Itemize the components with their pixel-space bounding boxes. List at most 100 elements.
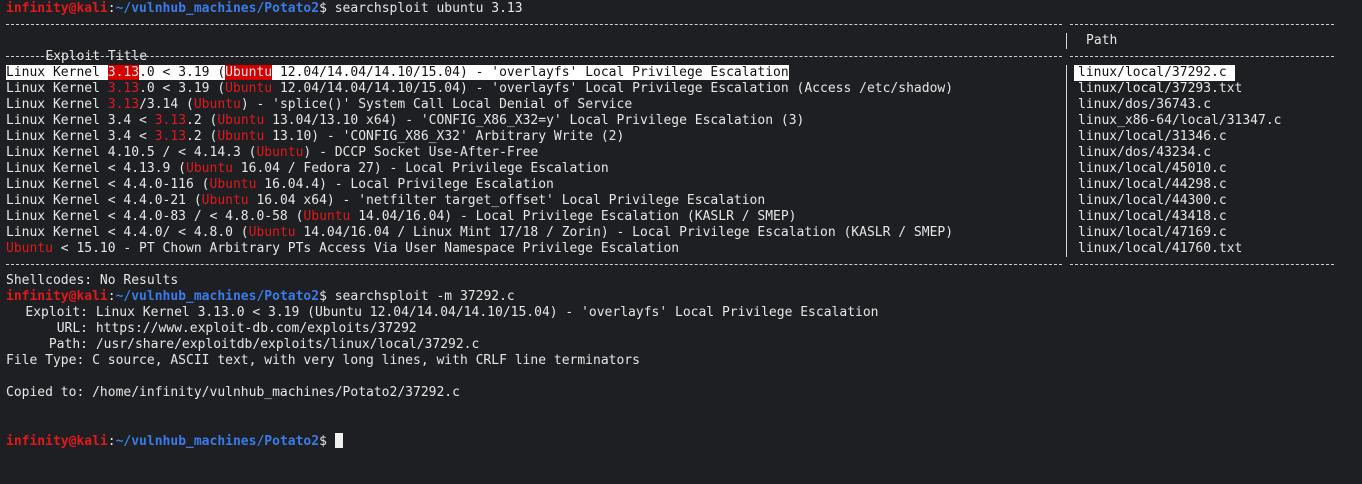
column-divider [1066, 129, 1067, 145]
title-text: 12.04/14.04/14.10/15.04) - 'overlayfs' L… [272, 65, 789, 80]
column-divider [1066, 113, 1067, 129]
column-divider [1066, 145, 1067, 161]
file-type-line: File Type: C source, ASCII text, with ve… [6, 353, 640, 368]
title-text: Linux Kernel 3.4 < [6, 129, 155, 144]
terminal-output[interactable]: infinity@kali:~/vulnhub_machines/Potato2… [0, 0, 1362, 449]
search-match: Ubuntu [217, 129, 265, 144]
exploit-path: linux/local/41760.txt [1078, 241, 1243, 256]
exploit-value: Linux Kernel 3.13.0 < 3.19 (Ubuntu 12.04… [95, 305, 879, 320]
prompt-colon: : [107, 289, 116, 304]
exploit-title: Linux Kernel 3.13/3.14 (Ubuntu) - 'splic… [6, 97, 632, 112]
exploit-title: Linux Kernel 3.13.0 < 3.19 (Ubuntu 12.04… [6, 81, 953, 96]
title-text: .2 ( [186, 113, 218, 128]
title-text: 12.04/14.04/14.10/15.04) - 'overlayfs' L… [272, 81, 954, 96]
prompt-dollar: $ [319, 289, 327, 304]
exploit-path: linux_x86-64/local/31347.c [1078, 113, 1282, 128]
column-divider [1066, 81, 1067, 97]
title-text: /3.14 ( [139, 97, 194, 112]
search-match: Ubuntu [217, 113, 265, 128]
column-divider [1066, 97, 1067, 113]
path-value: /usr/share/exploitdb/exploits/linux/loca… [95, 337, 480, 352]
search-match: Ubuntu [186, 161, 233, 176]
exploit-path: linux/local/45010.c [1078, 161, 1227, 176]
table-row: Linux Kernel < 4.13.9 (Ubuntu 16.04 / Fe… [6, 161, 1362, 177]
command-text: searchsploit -m 37292.c [334, 289, 515, 304]
exploit-path: linux/dos/43234.c [1078, 145, 1212, 160]
search-match: Ubuntu [256, 145, 304, 160]
column-header-path: Path [1086, 33, 1118, 48]
table-row: Linux Kernel < 4.4.0-21 (Ubuntu 16.04 x6… [6, 193, 1362, 209]
title-text: 16.04.4) - Local Privilege Escalation [256, 177, 554, 192]
table-row: Linux Kernel < 4.4.0-116 (Ubuntu 16.04.4… [6, 177, 1362, 193]
table-row: Linux Kernel 3.4 < 3.13.2 (Ubuntu 13.04/… [6, 113, 1362, 129]
url-label: URL: [56, 321, 88, 336]
column-divider [1066, 193, 1067, 209]
title-text: 14.04/16.04 / Linux Mint 17/18 / Zorin) … [295, 225, 954, 240]
prompt-line-2: infinity@kali:~/vulnhub_machines/Potato2… [6, 289, 1362, 305]
column-divider [1066, 209, 1067, 225]
table-row: Linux Kernel 4.10.5 / < 4.14.3 (Ubuntu) … [6, 145, 1362, 161]
column-divider [1066, 177, 1067, 193]
prompt-line-3[interactable]: infinity@kali:~/vulnhub_machines/Potato2… [6, 433, 1362, 449]
path-label: Path: [48, 337, 88, 352]
title-text: 13.04/13.10 x64) - 'CONFIG_X86_X32=y' Lo… [264, 113, 805, 128]
title-text: Linux Kernel < 4.4.0-21 ( [6, 193, 202, 208]
search-match: 3.13 [107, 65, 140, 80]
table-row: Linux Kernel 3.13/3.14 (Ubuntu) - 'splic… [6, 97, 1362, 113]
shellcodes-line: Shellcodes: No Results [6, 273, 179, 288]
title-text: 16.04 / Fedora 27) - Local Privilege Esc… [232, 161, 609, 176]
prompt-user: infinity@kali [6, 289, 108, 304]
prompt-line-1: infinity@kali:~/vulnhub_machines/Potato2… [6, 1, 1362, 17]
search-match: Ubuntu [225, 81, 273, 96]
exploit-results: Linux Kernel 3.13.0 < 3.19 (Ubuntu 12.04… [6, 65, 1362, 257]
title-text: .0 < 3.19 ( [139, 81, 226, 96]
exploit-path: linux/dos/36743.c [1078, 97, 1212, 112]
prompt-colon: : [107, 434, 116, 449]
exploit-path: linux/local/44298.c [1078, 177, 1227, 192]
search-match: Ubuntu [248, 225, 296, 240]
exploit-path: linux/local/47169.c [1078, 225, 1227, 240]
exploit-path: linux/local/37293.txt [1078, 81, 1243, 96]
exploit-title: Linux Kernel < 4.13.9 (Ubuntu 16.04 / Fe… [6, 161, 609, 176]
prompt-path: ~/vulnhub_machines/Potato2 [115, 289, 320, 304]
exploit-title: Linux Kernel 3.13.0 < 3.19 (Ubuntu 12.04… [6, 65, 789, 80]
search-match: Ubuntu [303, 209, 351, 224]
search-match: 3.13 [107, 97, 140, 112]
exploit-title: Ubuntu < 15.10 - PT Chown Arbitrary PTs … [6, 241, 679, 256]
title-text: Linux Kernel [6, 65, 108, 80]
column-divider [1066, 241, 1067, 257]
column-divider [1066, 65, 1067, 81]
title-text: Linux Kernel < 4.13.9 ( [6, 161, 187, 176]
prompt-path: ~/vulnhub_machines/Potato2 [115, 434, 320, 449]
title-text: 16.04 x64) - 'netfilter target_offset' L… [248, 193, 766, 208]
search-match: 3.13 [154, 129, 187, 144]
exploit-path: linux/local/43418.c [1078, 209, 1227, 224]
title-text: Linux Kernel [6, 81, 108, 96]
exploit-label: Exploit: [25, 305, 88, 320]
prompt-user: infinity@kali [6, 434, 108, 449]
prompt-colon: : [107, 1, 116, 16]
exploit-title: Linux Kernel < 4.4.0-21 (Ubuntu 16.04 x6… [6, 193, 765, 208]
exploit-title: Linux Kernel 4.10.5 / < 4.14.3 (Ubuntu) … [6, 145, 538, 160]
prompt-dollar: $ [319, 1, 327, 16]
mirror-exploit: Exploit: Linux Kernel 3.13.0 < 3.19 (Ubu… [6, 305, 1362, 321]
title-text: .2 ( [186, 129, 218, 144]
exploit-path: linux/local/31346.c [1078, 129, 1227, 144]
title-text: 13.10) - 'CONFIG_X86_X32' Arbitrary Writ… [264, 129, 625, 144]
search-match: Ubuntu [209, 177, 257, 192]
search-match: Ubuntu [193, 97, 241, 112]
mirror-url: URL: https://www.exploit-db.com/exploits… [6, 321, 1362, 337]
prompt-dollar: $ [319, 434, 327, 449]
exploit-title: Linux Kernel < 4.4.0/ < 4.8.0 (Ubuntu 14… [6, 225, 953, 240]
search-match: 3.13 [107, 81, 140, 96]
column-divider [1066, 225, 1067, 241]
exploit-path: linux/local/44300.c [1078, 193, 1227, 208]
command-text: searchsploit ubuntu 3.13 [334, 1, 523, 16]
table-separator-mid [6, 49, 1362, 65]
title-text: ) - DCCP Socket Use-After-Free [303, 145, 539, 160]
column-divider [1066, 161, 1067, 177]
text-cursor[interactable] [334, 433, 343, 448]
mirror-path: Path: /usr/share/exploitdb/exploits/linu… [6, 337, 1362, 353]
title-text: Linux Kernel < 4.4.0-116 ( [6, 177, 210, 192]
